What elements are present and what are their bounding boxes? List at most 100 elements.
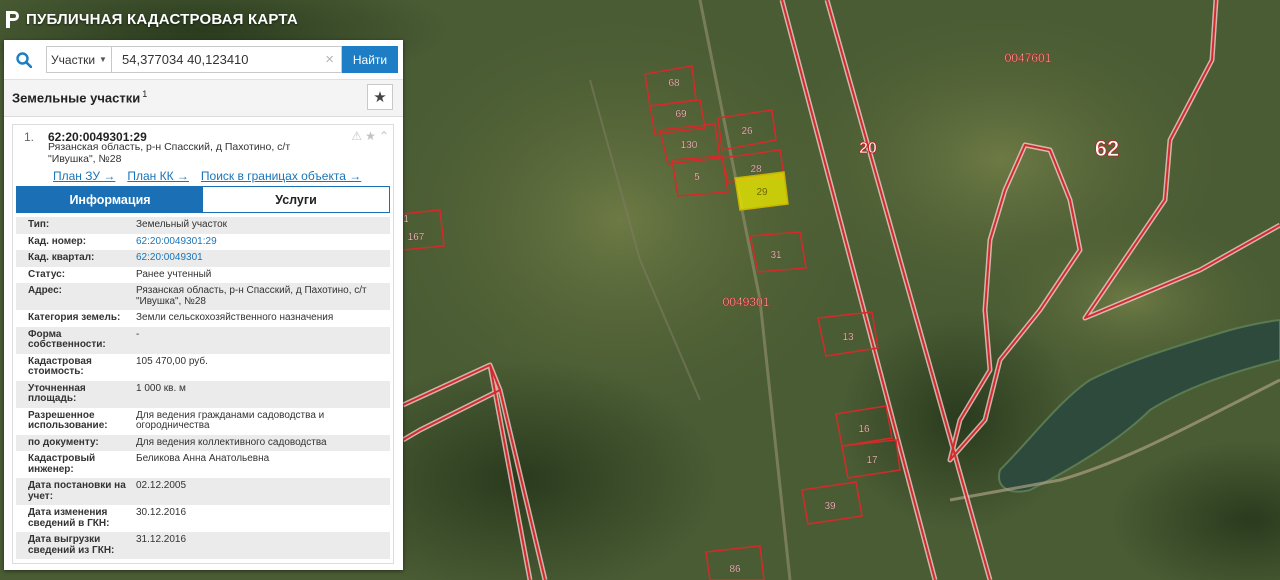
results-title-text: Земельные участки [12,90,141,106]
result-card: 1. 62:20:0049301:29 Рязанская область, р… [12,124,394,564]
info-value: 1 000 кв. м [136,382,186,394]
plan-zu-link[interactable]: План ЗУ → [53,169,115,183]
bookmark-button[interactable]: ★ [367,84,393,110]
parcel-label: 130 [681,140,698,151]
result-index: 1. [24,130,35,144]
info-label: Дата изменения сведений в ГКН: [28,507,110,529]
chevron-up-icon[interactable]: ⌃ [379,129,389,143]
info-label: Адрес: [28,285,62,296]
info-label: Статус: [28,268,66,280]
result-actions: ⚠ ★ ⌃ [351,129,389,143]
parcel-label: 69 [675,109,687,120]
search-input[interactable] [112,47,341,72]
parcel-label: 16 [858,424,870,435]
info-label: Кад. квартал: [28,252,95,263]
road-label: 20 [859,140,877,157]
warning-icon[interactable]: ⚠ [351,129,362,143]
quarter-label: 0049301 [723,295,770,309]
info-label: Тип: [28,219,50,230]
parcel-label: 29 [756,187,768,198]
result-links: План ЗУ → План КК → Поиск в границах объ… [53,169,361,183]
info-value: Ранее учтенный [136,268,212,280]
results-header: Земельные участки 1 ★ [4,79,403,117]
star-icon[interactable]: ★ [365,129,376,143]
search-type-label: Участки [51,52,96,67]
star-icon: ★ [373,89,387,106]
result-address: Рязанская область, р-н Спасский, д Пахот… [48,141,348,165]
app-logo-icon [6,9,20,29]
info-value: Для ведения коллективного садоводства [136,436,327,448]
info-value-link[interactable]: 62:20:0049301:29 [132,234,390,251]
info-label: Разрешенное использование: [28,409,108,431]
info-label: Уточненная площадь: [28,382,86,404]
info-row: Уточненная площадь: 1 000 кв. м [16,380,390,408]
quarter-label: 0047601 [1005,51,1052,65]
info-row: Категория земель: Земли сельскохозяйствен… [16,310,390,327]
info-row: Статус: Ранее учтенный [16,267,390,284]
info-row: Адрес: Рязанская область, р-н Спасский, д… [16,283,390,310]
info-row: Тип: Земельный участок [16,217,390,234]
info-label: по документу: [28,436,99,448]
info-value-link[interactable]: 62:20:0049301 [132,250,390,267]
info-row: Кад. номер: 62:20:0049301:29 [16,234,390,251]
info-row: Дата выгрузки сведений из ГКН: 31.12.2016 [16,532,390,559]
parcel-label: 28 [750,164,762,175]
info-label: Дата выгрузки сведений из ГКН: [28,534,115,556]
tab-info[interactable]: Информация [17,187,203,212]
info-row: Дата постановки на учет: 02.12.2005 [16,478,390,505]
info-row: Дата изменения сведений в ГКН: 30.12.2016 [16,505,390,532]
parcel-label: 86 [729,564,741,575]
results-title: Земельные участки 1 [12,89,147,105]
search-icon[interactable] [4,40,44,79]
info-label: Дата постановки на учет: [28,480,126,502]
info-value: 02.12.2005 [136,480,187,491]
info-label: Категория земель: [28,312,121,323]
result-head: 1. 62:20:0049301:29 Рязанская область, р… [13,125,393,187]
district-label: 62 [1095,136,1119,161]
info-value: - [136,328,140,340]
info-label: Кад. номер: [28,235,87,247]
info-value: Для ведения гражданами садоводства и ого… [136,409,325,431]
info-row: Кадастровая стоимость: 105 470,00 руб. [16,354,390,381]
search-panel: Участки ▼ × Найти Земельные участки1 ★ 1… [4,40,403,570]
parcel-label: 17 [866,455,878,466]
info-value: Рязанская область, р-н Спасский, д Пахот… [136,285,367,307]
app-header: ПУБЛИЧНАЯ КАДАСТРОВАЯ КАРТА [6,8,298,30]
parcel-label: 68 [668,78,680,89]
info-row: Кад. квартал: 62:20:0049301 [16,250,390,267]
info-row: по документу: Для ведения коллективного с… [16,434,390,451]
find-button[interactable]: Найти [342,46,398,73]
result-tabs: Информация Услуги [16,186,390,213]
parcel-label: 26 [741,126,753,137]
parcel-label: 167 [408,232,425,243]
info-value: 105 470,00 руб. [136,355,208,367]
info-value: Земельный участок [136,219,228,230]
info-value: Беликова Анна Анатольевна [136,453,270,464]
info-row: Кадастровый инженер: Беликова Анна Анатол… [16,451,390,478]
search-bar: Участки ▼ × Найти [4,40,403,79]
tab-services[interactable]: Услуги [203,187,389,212]
info-label: Кадастровый инженер: [28,453,96,475]
info-label: Форма собственности: [28,328,106,350]
info-row: Разрешенное использование: Для ведения гр… [16,408,390,435]
parcel-label: 31 [770,250,782,261]
chevron-down-icon: ▼ [99,55,107,64]
info-table: Тип: Земельный участок Кад. номер: 62:20:00… [16,217,390,559]
parcel-label: 39 [824,501,836,512]
info-value: 31.12.2016 [136,534,187,545]
result-address-line: "Ивушка", №28 [48,152,122,165]
results-count: 1 [142,89,148,99]
search-input-wrapper: × [112,46,342,73]
search-in-bounds-link[interactable]: Поиск в границах объекта → [201,169,361,183]
search-type-select[interactable]: Участки ▼ [46,46,112,73]
parcel-label: 13 [842,332,854,343]
plan-kk-link[interactable]: План КК → [127,169,189,183]
result-address-line: Рязанская область, р-н Спасский, д Пахот… [48,141,291,153]
info-value: Земли сельскохозяйственного назначения [136,312,334,323]
info-row: Форма собственности: - [16,326,390,354]
clear-icon[interactable]: × [325,52,334,67]
info-value: 30.12.2016 [136,507,187,518]
app-title: ПУБЛИЧНАЯ КАДАСТРОВАЯ КАРТА [26,10,298,28]
info-label: Кадастровая стоимость: [28,355,92,377]
parcel-label: 1 [403,214,409,225]
